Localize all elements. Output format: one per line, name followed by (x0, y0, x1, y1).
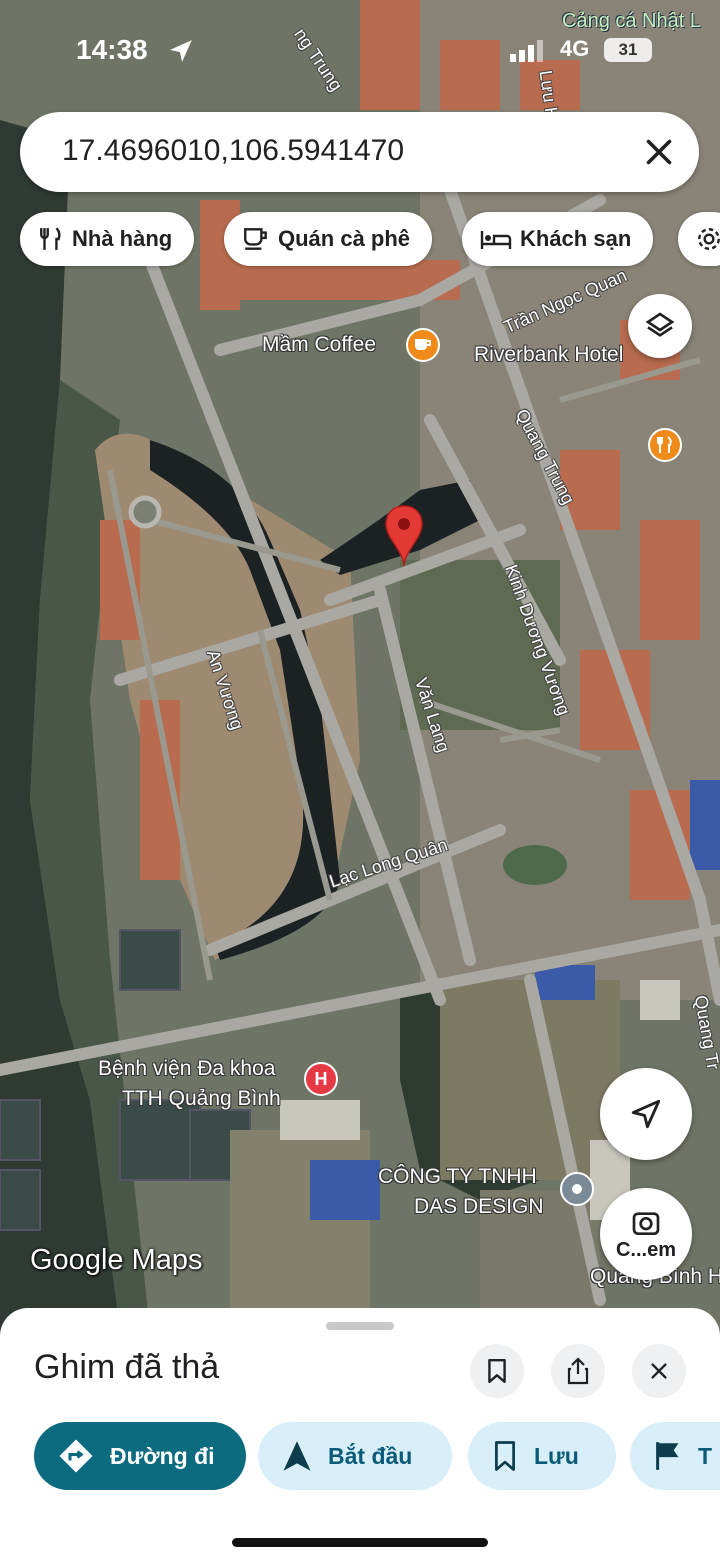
save-button[interactable] (470, 1344, 524, 1398)
chip-restaurants[interactable]: Nhà hàng (20, 212, 195, 266)
place-bottom-sheet[interactable]: Ghim đã thả Đường đi Bắt đầu Lưu T (0, 1308, 720, 1560)
home-indicator (232, 1538, 488, 1547)
place-title: Ghim đã thả (34, 1348, 220, 1386)
restaurant-icon (40, 227, 61, 250)
poi-label-hospital[interactable]: Bệnh viện Đa khoa (98, 1056, 275, 1082)
signal-icon (510, 40, 543, 62)
label-action-button[interactable]: T (630, 1422, 720, 1490)
map-place-label-port: Cảng cá Nhật L (562, 10, 701, 32)
save-action-button[interactable]: Lưu (468, 1422, 616, 1490)
business-poi-icon[interactable] (560, 1172, 594, 1206)
battery-indicator: 31 (604, 38, 652, 62)
coffee-poi-icon[interactable] (406, 328, 440, 362)
bookmark-icon (495, 1441, 515, 1471)
action-label: Đường đi (110, 1442, 215, 1469)
close-icon[interactable] (641, 134, 677, 170)
close-sheet-button[interactable] (632, 1344, 686, 1398)
poi-label-hospital-2[interactable]: TTH Quảng Bình (122, 1086, 281, 1112)
coffee-icon (244, 228, 267, 250)
location-arrow-icon (170, 40, 192, 62)
navigation-arrow-icon (631, 1099, 661, 1129)
navigation-icon (283, 1441, 311, 1471)
hospital-poi-icon[interactable]: H (304, 1062, 338, 1096)
chip-hotels[interactable]: Khách sạn (462, 212, 654, 266)
start-navigation-button[interactable]: Bắt đầu (258, 1422, 452, 1490)
share-icon (567, 1357, 589, 1385)
my-location-button[interactable] (600, 1068, 692, 1160)
status-bar: 14:38 4G 31 (0, 28, 720, 72)
share-button[interactable] (551, 1344, 605, 1398)
poi-label-mam-coffee[interactable]: Mầm Coffee (262, 332, 376, 358)
search-bar[interactable]: 17.4696010,106.5941470 (20, 112, 699, 192)
camera-lens-icon (632, 1211, 660, 1235)
directions-button[interactable]: Đường đi (34, 1422, 246, 1490)
action-label: Lưu (534, 1442, 579, 1469)
lens-button[interactable]: C...em (600, 1188, 692, 1280)
gear-icon (698, 228, 720, 250)
dropped-pin-icon[interactable] (384, 504, 424, 568)
drag-handle[interactable] (326, 1322, 394, 1330)
action-label: T (698, 1442, 713, 1469)
chip-label: Nhà hàng (72, 226, 173, 251)
bookmark-icon (488, 1358, 506, 1384)
chip-cafes[interactable]: Quán cà phê (224, 212, 433, 266)
flag-icon (656, 1442, 679, 1470)
close-icon (651, 1363, 667, 1379)
chip-label: Quán cà phê (278, 226, 411, 251)
google-maps-logo: Google Maps (30, 1244, 203, 1276)
poi-label-company-2[interactable]: DAS DESIGN (414, 1194, 544, 1220)
layers-icon (645, 312, 675, 337)
lens-label: C...em (615, 1238, 677, 1261)
chip-label: Khách sạn (520, 226, 632, 251)
restaurant-poi-icon[interactable] (648, 428, 682, 462)
poi-label-company[interactable]: CÔNG TY TNHH (378, 1164, 537, 1190)
search-input[interactable]: 17.4696010,106.5941470 (62, 134, 404, 168)
layers-button[interactable] (628, 294, 692, 358)
action-label: Bắt đầu (328, 1442, 413, 1469)
network-type: 4G (560, 36, 590, 61)
satellite-map[interactable]: 14:38 4G 31 Cảng cá Nhật L ng Trung Lưu … (0, 0, 720, 1330)
hotel-icon (480, 231, 512, 249)
status-time: 14:38 (76, 34, 148, 65)
directions-icon (59, 1439, 93, 1473)
poi-label-riverbank-hotel[interactable]: Riverbank Hotel (474, 342, 623, 368)
